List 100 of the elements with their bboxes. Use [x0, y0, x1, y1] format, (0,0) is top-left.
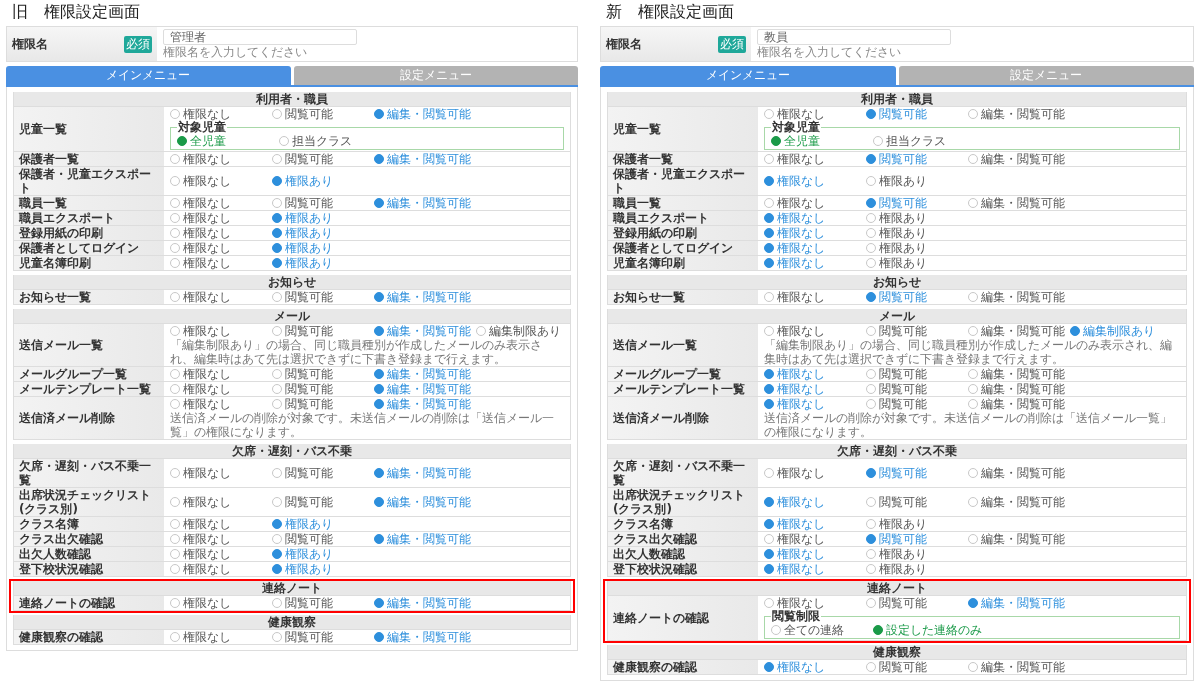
radio-button[interactable]: 閲覧可能 [272, 107, 374, 121]
radio-button[interactable]: 閲覧可能 [272, 196, 374, 210]
radio-button[interactable]: 編集・閲覧可能 [374, 107, 471, 121]
radio-button[interactable]: 権限なし [170, 211, 272, 225]
radio-button[interactable]: 編集・閲覧可能 [968, 367, 1065, 381]
radio-button[interactable]: 編集・閲覧可能 [968, 532, 1065, 546]
radio-button[interactable]: 権限なし [764, 324, 866, 338]
radio-button[interactable]: 編集・閲覧可能 [968, 397, 1065, 411]
radio-button[interactable]: 編集・閲覧可能 [374, 397, 471, 411]
radio-button[interactable]: 権限なし [170, 517, 272, 531]
radio-button[interactable]: 閲覧可能 [272, 324, 374, 338]
radio-button[interactable]: 編集制限あり [476, 324, 561, 338]
radio-button[interactable]: 権限あり [272, 174, 333, 188]
radio-button[interactable]: 権限なし [764, 547, 866, 561]
radio-button[interactable]: 編集・閲覧可能 [968, 152, 1065, 166]
radio-button[interactable]: 権限あり [272, 241, 333, 255]
radio-button[interactable]: 権限なし [764, 211, 866, 225]
radio-button[interactable]: 権限なし [764, 256, 866, 270]
radio-button[interactable]: 権限あり [866, 562, 927, 576]
radio-button[interactable]: 編集・閲覧可能 [968, 660, 1065, 674]
radio-button[interactable]: 権限なし [170, 241, 272, 255]
radio-button[interactable]: 権限あり [272, 256, 333, 270]
radio-button[interactable]: 権限なし [764, 241, 866, 255]
radio-button[interactable]: 権限なし [764, 174, 866, 188]
radio-button[interactable]: 閲覧可能 [866, 152, 968, 166]
radio-button[interactable]: 閲覧可能 [866, 660, 968, 674]
radio-button[interactable]: 閲覧可能 [272, 290, 374, 304]
radio-button[interactable]: 権限なし [764, 596, 866, 610]
radio-button[interactable]: 権限あり [272, 226, 333, 240]
radio-button[interactable]: 権限あり [866, 547, 927, 561]
radio-button[interactable]: 権限なし [764, 226, 866, 240]
radio-button[interactable]: 閲覧可能 [272, 466, 374, 480]
radio-button[interactable]: 権限なし [170, 382, 272, 396]
radio-button[interactable]: 権限あり [272, 547, 333, 561]
radio-button[interactable]: 編集・閲覧可能 [968, 466, 1065, 480]
radio-button[interactable]: 閲覧可能 [272, 596, 374, 610]
radio-button[interactable]: 権限あり [866, 174, 927, 188]
radio-button[interactable]: 権限あり [866, 241, 927, 255]
radio-button[interactable]: 権限なし [170, 466, 272, 480]
name-input[interactable]: 教員 [757, 29, 951, 45]
radio-button[interactable]: 編集・閲覧可能 [374, 596, 471, 610]
radio-button[interactable]: 権限なし [170, 196, 272, 210]
radio-button[interactable]: 権限なし [764, 466, 866, 480]
radio-button[interactable]: 編集・閲覧可能 [374, 630, 471, 644]
radio-button[interactable]: 閲覧可能 [866, 196, 968, 210]
radio-button[interactable]: 権限なし [170, 596, 272, 610]
radio-button[interactable]: 権限あり [272, 517, 333, 531]
radio-button[interactable]: 閲覧可能 [272, 495, 374, 509]
radio-button[interactable]: 編集・閲覧可能 [374, 532, 471, 546]
radio-button[interactable]: 権限なし [764, 367, 866, 381]
radio-button[interactable]: 権限なし [764, 660, 866, 674]
radio-button[interactable]: 閲覧可能 [272, 397, 374, 411]
radio-button[interactable]: 権限なし [764, 562, 866, 576]
radio-button[interactable]: 編集・閲覧可能 [374, 466, 471, 480]
radio-button[interactable]: 権限なし [764, 107, 866, 121]
radio-button[interactable]: 編集・閲覧可能 [374, 495, 471, 509]
radio-button[interactable]: 権限あり [866, 226, 927, 240]
radio-button[interactable]: 権限なし [764, 382, 866, 396]
radio-button[interactable]: 権限あり [866, 517, 927, 531]
radio-button[interactable]: 権限あり [272, 211, 333, 225]
radio-button[interactable]: 権限なし [764, 196, 866, 210]
radio-button[interactable]: 権限なし [170, 532, 272, 546]
radio-button[interactable]: 全ての連絡 [771, 623, 873, 637]
radio-button[interactable]: 編集・閲覧可能 [374, 290, 471, 304]
radio-button[interactable]: 権限あり [272, 562, 333, 576]
radio-button[interactable]: 編集・閲覧可能 [374, 367, 471, 381]
radio-button[interactable]: 閲覧可能 [272, 367, 374, 381]
radio-button[interactable]: 閲覧可能 [866, 290, 968, 304]
radio-button[interactable]: 権限なし [170, 290, 272, 304]
radio-button[interactable]: 全児童 [771, 134, 873, 148]
radio-button[interactable]: 権限なし [764, 517, 866, 531]
radio-button[interactable]: 権限なし [764, 152, 866, 166]
radio-button[interactable]: 編集・閲覧可能 [968, 596, 1065, 610]
radio-button[interactable]: 担当クラス [279, 134, 352, 148]
radio-button[interactable]: 閲覧可能 [866, 324, 968, 338]
radio-button[interactable]: 権限なし [170, 547, 272, 561]
radio-button[interactable]: 閲覧可能 [272, 152, 374, 166]
radio-button[interactable]: 権限なし [170, 174, 272, 188]
radio-button[interactable]: 権限なし [170, 367, 272, 381]
radio-button[interactable]: 権限なし [764, 290, 866, 304]
radio-button[interactable]: 閲覧可能 [866, 466, 968, 480]
radio-button[interactable]: 編集・閲覧可能 [968, 107, 1065, 121]
radio-button[interactable]: 編集・閲覧可能 [968, 196, 1065, 210]
radio-button[interactable]: 編集・閲覧可能 [968, 324, 1070, 338]
radio-button[interactable]: 担当クラス [873, 134, 946, 148]
radio-button[interactable]: 閲覧可能 [866, 382, 968, 396]
radio-button[interactable]: 閲覧可能 [866, 532, 968, 546]
radio-button[interactable]: 権限なし [170, 630, 272, 644]
radio-button[interactable]: 権限なし [170, 324, 272, 338]
radio-button[interactable]: 権限なし [764, 397, 866, 411]
radio-button[interactable]: 編集・閲覧可能 [374, 324, 476, 338]
radio-button[interactable]: 権限なし [170, 152, 272, 166]
radio-button[interactable]: 権限なし [170, 107, 272, 121]
radio-button[interactable]: 権限なし [764, 495, 866, 509]
radio-button[interactable]: 編集制限あり [1070, 324, 1155, 338]
radio-button[interactable]: 編集・閲覧可能 [374, 196, 471, 210]
radio-button[interactable]: 設定した連絡のみ [873, 623, 982, 637]
radio-button[interactable]: 権限あり [866, 211, 927, 225]
radio-button[interactable]: 権限なし [170, 495, 272, 509]
radio-button[interactable]: 編集・閲覧可能 [374, 152, 471, 166]
